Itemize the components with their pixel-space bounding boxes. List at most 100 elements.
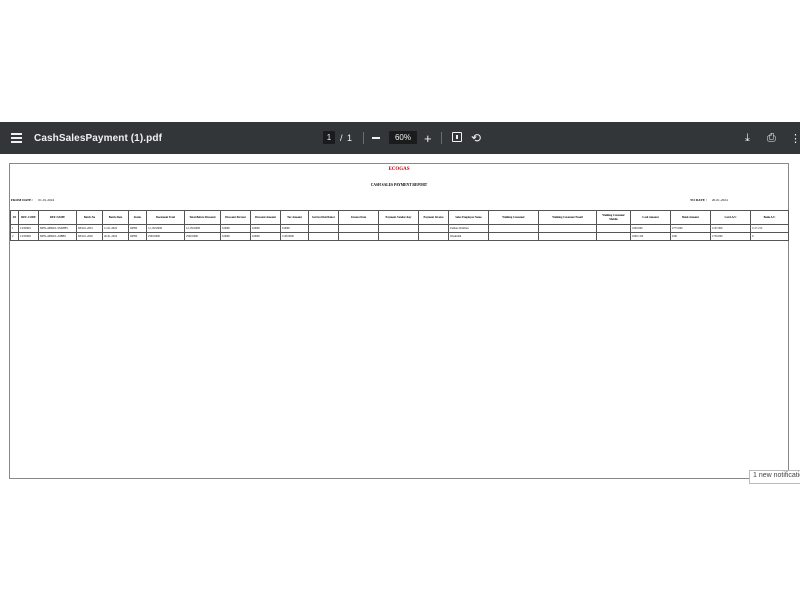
table-cell: DEL01-2002: [76, 232, 103, 241]
table-cell: MNS-ABDUL-SMITHS: [38, 224, 77, 233]
table-cell: 2500.0000: [184, 232, 221, 241]
to-date-value: 20-01-2024: [711, 198, 728, 202]
table-cell: [378, 224, 419, 233]
pdf-viewer-area[interactable]: ECOGAS CASH SALES PAYMENT REPORT FROM DA…: [0, 154, 800, 600]
table-cell: 0: [750, 232, 789, 241]
page-number-input[interactable]: 1: [323, 131, 335, 144]
col-header: REF-NAME: [38, 210, 77, 225]
table-cell: [596, 232, 631, 241]
col-header: Discount Percent: [220, 210, 251, 225]
col-header: Discount Amount: [250, 210, 281, 225]
col-header: Walking Customer Email: [538, 210, 597, 225]
table-cell: 1750.000: [710, 232, 751, 241]
table-cell: CUS0001: [18, 224, 39, 233]
table-cell: OPEN: [128, 232, 147, 241]
table-cell: OPEN: [128, 224, 147, 233]
table-cell: Wasiullah: [448, 232, 489, 241]
table-cell: 12,150.0000: [146, 224, 185, 233]
to-date: TO DATE : 20-01-2024: [690, 198, 728, 202]
table-cell: [308, 224, 339, 233]
print-icon[interactable]: ⎙: [767, 122, 776, 154]
table-cell: 2775.000: [670, 224, 711, 233]
table-cell: [338, 224, 379, 233]
download-icon[interactable]: ⤓: [745, 122, 750, 154]
table-cell: 1000.1.00: [630, 232, 671, 241]
table-cell: 0.0000: [250, 224, 281, 233]
report-table: SN REF-CODE REF-NAME Batch-No Batch-Date…: [10, 210, 789, 241]
table-cell: 1100.0000: [280, 232, 309, 241]
rotate-icon[interactable]: ⟲: [471, 122, 481, 154]
col-header: Walking Customer Mobile: [596, 210, 631, 225]
col-header: SN: [10, 210, 19, 225]
document-title: CashSalesPayment (1).pdf: [34, 132, 162, 144]
table-cell: CUS0002: [18, 232, 39, 241]
company-name: ECOGAS: [388, 167, 410, 172]
table-cell: 0.0000: [220, 224, 251, 233]
report-title: CASH SALES PAYMENT REPORT: [370, 183, 428, 187]
more-options-icon[interactable]: ⋮: [790, 122, 800, 154]
page-total: 1: [347, 133, 353, 143]
table-cell: 12,150.0000: [184, 224, 221, 233]
toolbar-divider: [441, 132, 442, 144]
table-cell: 2500.0000: [146, 232, 185, 241]
table-cell: 0.0000: [250, 232, 281, 241]
zoom-in-icon[interactable]: +: [424, 122, 432, 154]
table-cell: Zaidan-Children: [448, 224, 489, 233]
pdf-toolbar: CashSalesPayment (1).pdf 1 / 1 60% + ⟲ ⤓…: [0, 122, 800, 154]
col-header: Sales Employee Name: [448, 210, 489, 225]
table-header-row: SN REF-CODE REF-NAME Batch-No Batch-Date…: [10, 210, 789, 225]
from-date-label: FROM DATE :: [11, 198, 34, 202]
table-cell: [418, 232, 449, 241]
table-cell: [378, 232, 419, 241]
col-header: Cash Amount: [630, 210, 671, 225]
table-cell: 2: [10, 232, 19, 241]
to-date-label: TO DATE :: [690, 198, 707, 202]
table-cell: [538, 224, 597, 233]
col-header: Invoice Date: [338, 210, 379, 225]
from-date-value: 01-01-2024: [38, 198, 55, 202]
col-header: Total-Before Discount: [184, 210, 221, 225]
col-header: Tax Amount: [280, 210, 309, 225]
table-cell: 1000.000: [630, 224, 671, 233]
fit-to-page-icon[interactable]: [452, 132, 462, 142]
notification-toast[interactable]: 1 new notifications: [749, 470, 800, 484]
table-cell: DEL01-2001: [76, 224, 103, 233]
table-row: 2 CUS0002 MNS-ABDUL-JOBBS DEL01-2002 20-…: [10, 232, 789, 241]
table-cell: [488, 224, 539, 233]
col-header: Batch-No: [76, 210, 103, 225]
table-row: 1 CUS0001 MNS-ABDUL-SMITHS DEL01-2001 11…: [10, 224, 789, 233]
pdf-page: ECOGAS CASH SALES PAYMENT REPORT FROM DA…: [9, 163, 789, 479]
col-header: Bank A/C: [750, 210, 789, 225]
col-header: Batch-Date: [102, 210, 129, 225]
toolbar-divider: [363, 132, 364, 144]
from-date: FROM DATE : 01-01-2024: [11, 198, 54, 202]
table-cell: 11-01-2024: [102, 224, 129, 233]
table-cell: [308, 232, 339, 241]
table-cell: 20-01-2024: [102, 232, 129, 241]
table-cell: 0.0000: [220, 232, 251, 241]
col-header: Status: [128, 210, 147, 225]
col-header: Payment Invoice: [418, 210, 449, 225]
table-cell: [338, 232, 379, 241]
col-header: Service Distributor: [308, 210, 339, 225]
zoom-out-icon[interactable]: [372, 122, 382, 154]
col-header: Document Total: [146, 210, 185, 225]
col-header: Walking Customer: [488, 210, 539, 225]
table-cell: 0.00: [670, 232, 711, 241]
table-cell: [488, 232, 539, 241]
col-header: Bank Amount: [670, 210, 711, 225]
page-separator: /: [340, 133, 343, 143]
col-header: Card-A/C: [710, 210, 751, 225]
col-header: REF-CODE: [18, 210, 39, 225]
menu-icon[interactable]: [10, 122, 22, 154]
table-cell: 1107.000: [710, 224, 751, 233]
table-cell: [538, 232, 597, 241]
col-header: Payment-Vendor-Key: [378, 210, 419, 225]
table-cell: MNS-ABDUL-JOBBS: [38, 232, 77, 241]
table-cell: [418, 224, 449, 233]
table-cell: 0.0000: [280, 224, 309, 233]
zoom-level-input[interactable]: 60%: [389, 131, 417, 144]
table-cell: 1: [10, 224, 19, 233]
table-cell: 1117.213: [750, 224, 789, 233]
table-cell: [596, 224, 631, 233]
